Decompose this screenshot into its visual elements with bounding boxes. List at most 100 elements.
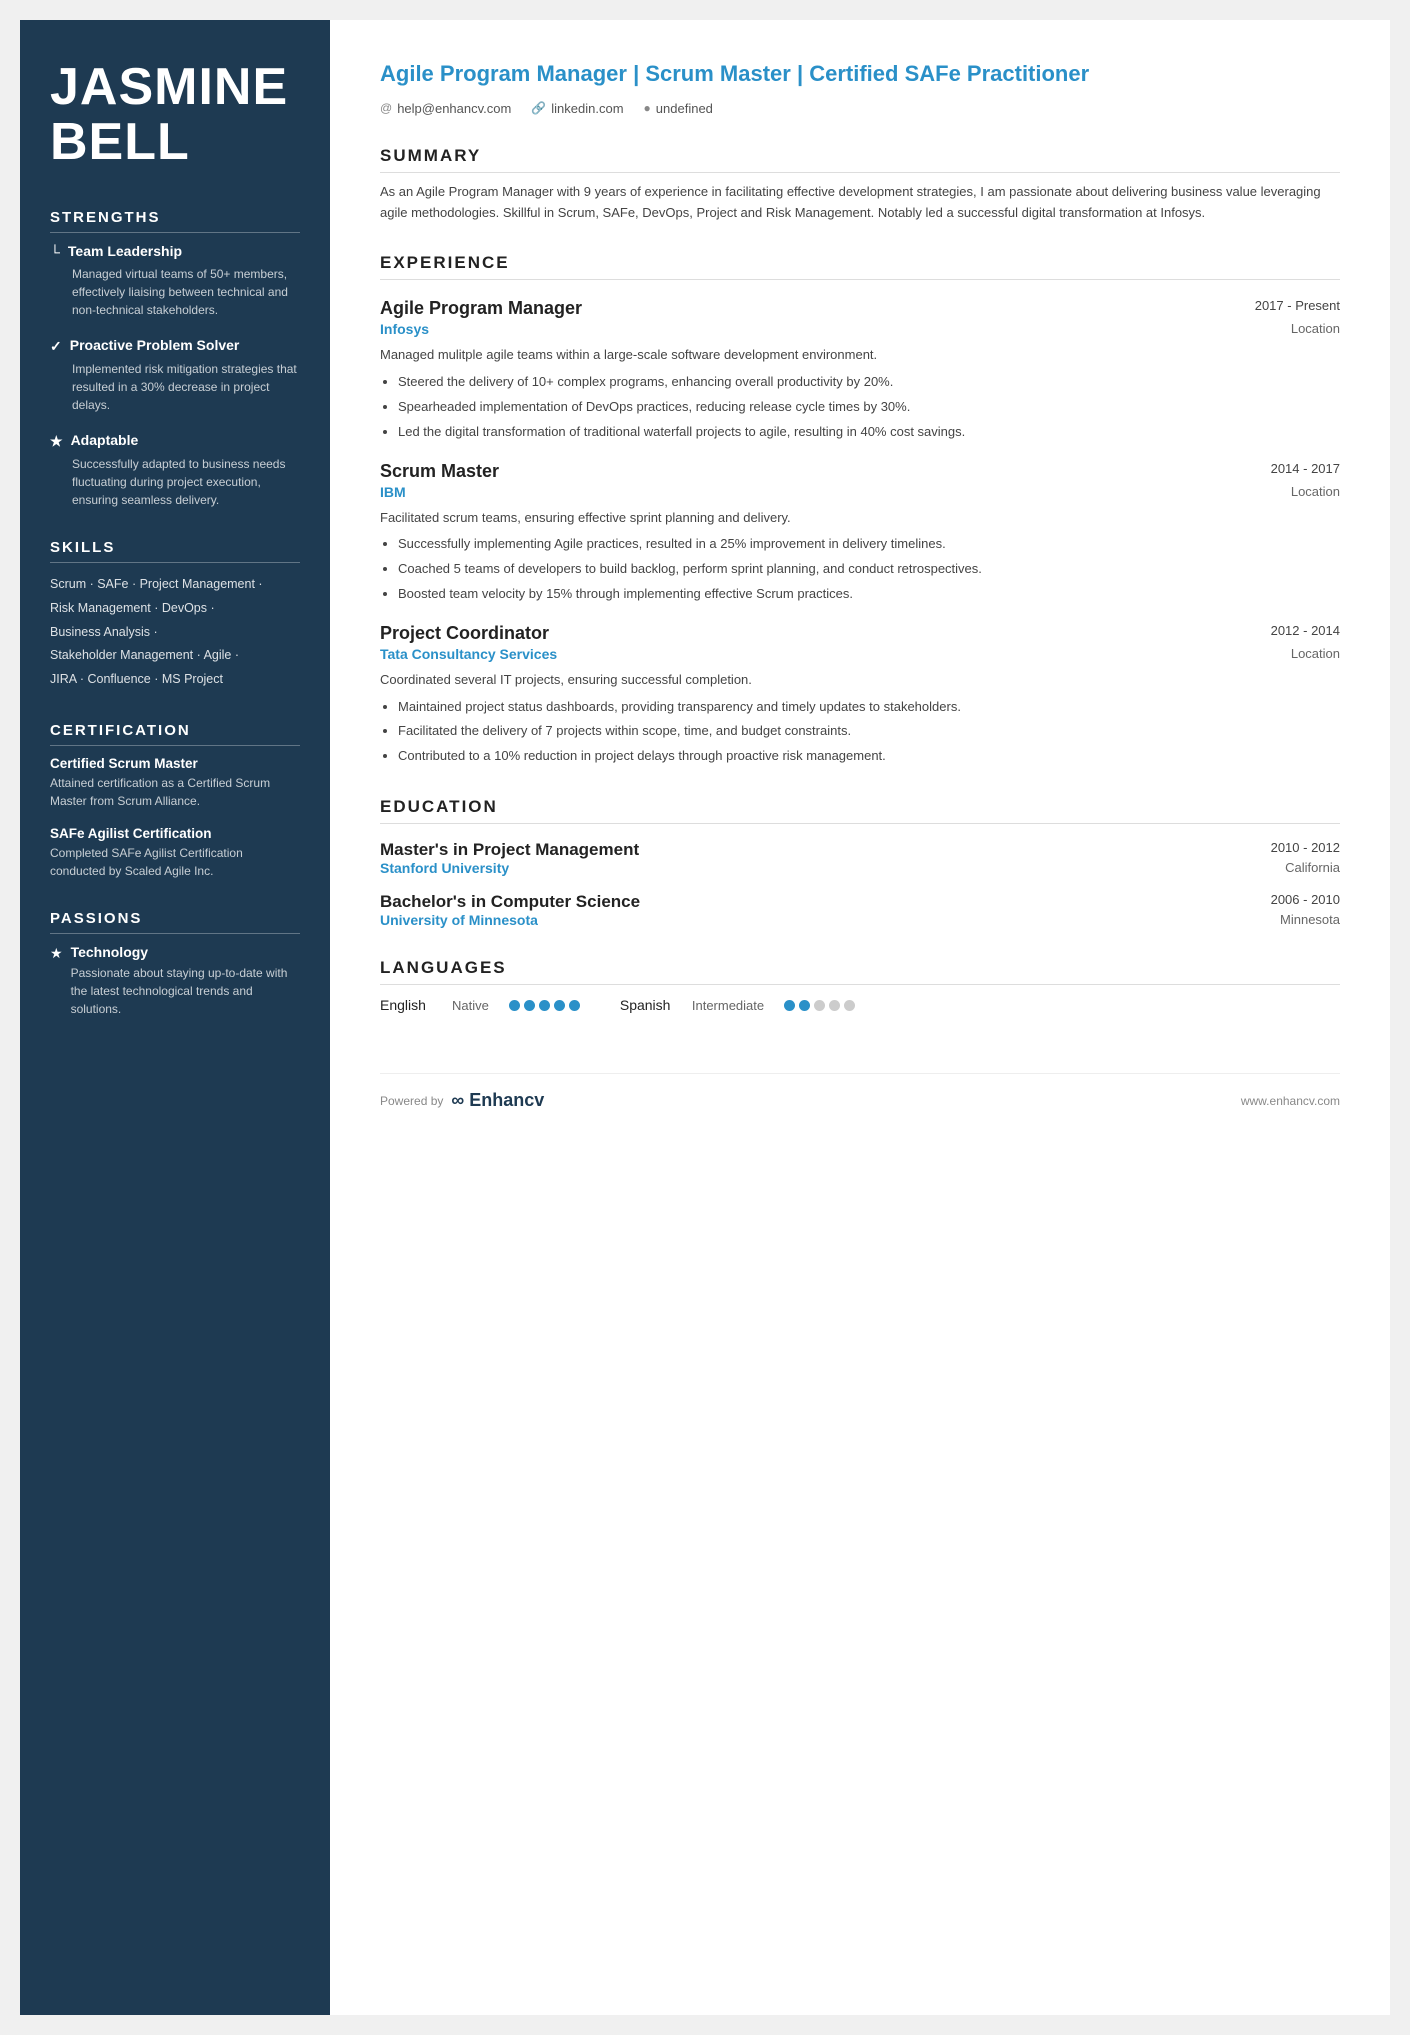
job-title: Scrum Master	[380, 461, 499, 482]
header-contact: @ help@enhancv.com 🔗 linkedin.com ● unde…	[380, 101, 1340, 116]
linkedin-contact: 🔗 linkedin.com	[531, 101, 623, 116]
job-date: 2012 - 2014	[1271, 623, 1340, 638]
linkedin-text: linkedin.com	[551, 101, 623, 116]
passion-item: ★ Technology Passionate about staying up…	[50, 944, 300, 1018]
job-date: 2017 - Present	[1255, 298, 1340, 313]
lang-dots	[509, 1000, 580, 1011]
cert-title: CERTIFICATION	[50, 722, 300, 746]
skills-line: Stakeholder Management · Agile ·	[50, 644, 300, 668]
strength-item: ★ Adaptable Successfully adapted to busi…	[50, 432, 300, 509]
footer-powered: Powered by ∞ Enhancv	[380, 1090, 544, 1111]
passions-title: PASSIONS	[50, 910, 300, 934]
cert-desc: Completed SAFe Agilist Certification con…	[50, 844, 300, 880]
edu-date: 2010 - 2012	[1271, 840, 1340, 855]
skills-line: Scrum · SAFe · Project Management ·	[50, 573, 300, 597]
bullet-item: Boosted team velocity by 15% through imp…	[398, 584, 1340, 605]
education-title: EDUCATION	[380, 797, 1340, 824]
dot-empty	[814, 1000, 825, 1011]
lang-level: Native	[452, 998, 489, 1013]
edu-item: Master's in Project Management 2010 - 20…	[380, 840, 1340, 876]
passion-title: Technology	[71, 944, 300, 960]
strengths-title: STRENGTHS	[50, 209, 300, 233]
edu-school: University of Minnesota	[380, 912, 538, 928]
strength-item: ✓ Proactive Problem Solver Implemented r…	[50, 337, 300, 414]
bullet-item: Led the digital transformation of tradit…	[398, 422, 1340, 443]
language-item: Spanish Intermediate	[620, 997, 855, 1013]
languages-section: LANGUAGES English Native Spanish Inte	[380, 958, 1340, 1013]
languages-title: LANGUAGES	[380, 958, 1340, 985]
experience-title: EXPERIENCE	[380, 253, 1340, 280]
skills-line: Risk Management · DevOps ·	[50, 597, 300, 621]
strength-desc: Successfully adapted to business needs f…	[50, 455, 300, 509]
job-item: Agile Program Manager 2017 - Present Inf…	[380, 298, 1340, 442]
cert-name: Certified Scrum Master	[50, 756, 300, 771]
lang-dots	[784, 1000, 855, 1011]
summary-text: As an Agile Program Manager with 9 years…	[380, 181, 1340, 224]
experience-section: EXPERIENCE Agile Program Manager 2017 - …	[380, 253, 1340, 767]
languages-row: English Native Spanish Intermediate	[380, 997, 1340, 1013]
main-content: Agile Program Manager | Scrum Master | C…	[330, 20, 1390, 2015]
edu-location: Minnesota	[1280, 912, 1340, 928]
bullet-item: Maintained project status dashboards, pr…	[398, 697, 1340, 718]
cert-item: SAFe Agilist Certification Completed SAF…	[50, 826, 300, 880]
passion-icon: ★	[50, 945, 63, 962]
education-section: EDUCATION Master's in Project Management…	[380, 797, 1340, 928]
dot-empty	[844, 1000, 855, 1011]
job-location: Location	[1291, 646, 1340, 662]
team-icon: └	[50, 244, 60, 260]
location-contact: ● undefined	[644, 101, 713, 116]
skills-title: SKILLS	[50, 539, 300, 563]
email-contact: @ help@enhancv.com	[380, 101, 511, 116]
skills-line: Business Analysis ·	[50, 621, 300, 645]
job-title: Agile Program Manager	[380, 298, 582, 319]
edu-item: Bachelor's in Computer Science 2006 - 20…	[380, 892, 1340, 928]
bullet-item: Spearheaded implementation of DevOps pra…	[398, 397, 1340, 418]
job-location: Location	[1291, 484, 1340, 500]
edu-degree: Bachelor's in Computer Science	[380, 892, 640, 912]
dot-empty	[829, 1000, 840, 1011]
bullet-item: Contributed to a 10% reduction in projec…	[398, 746, 1340, 767]
edu-degree: Master's in Project Management	[380, 840, 639, 860]
job-company: Infosys	[380, 321, 429, 337]
strength-heading-text: Adaptable	[71, 432, 139, 448]
cert-item: Certified Scrum Master Attained certific…	[50, 756, 300, 810]
skills-list: Scrum · SAFe · Project Management · Risk…	[50, 573, 300, 692]
bullet-item: Coached 5 teams of developers to build b…	[398, 559, 1340, 580]
sidebar: JASMINE BELL STRENGTHS └ Team Leadership…	[20, 20, 330, 2015]
job-bullets: Successfully implementing Agile practice…	[380, 534, 1340, 604]
dot-filled	[539, 1000, 550, 1011]
dot-filled	[569, 1000, 580, 1011]
email-text: help@enhancv.com	[397, 101, 511, 116]
job-company: Tata Consultancy Services	[380, 646, 557, 662]
job-bullets: Maintained project status dashboards, pr…	[380, 697, 1340, 767]
summary-section: SUMMARY As an Agile Program Manager with…	[380, 146, 1340, 224]
cert-name: SAFe Agilist Certification	[50, 826, 300, 841]
strength-heading-text: Proactive Problem Solver	[70, 337, 240, 353]
logo-text: Enhancv	[469, 1090, 544, 1110]
lang-level: Intermediate	[692, 998, 764, 1013]
strength-item: └ Team Leadership Managed virtual teams …	[50, 243, 300, 319]
strength-desc: Managed virtual teams of 50+ members, ef…	[50, 265, 300, 319]
edu-school: Stanford University	[380, 860, 509, 876]
job-title: Project Coordinator	[380, 623, 549, 644]
job-location: Location	[1291, 321, 1340, 337]
link-icon: 🔗	[531, 101, 546, 115]
strengths-list: └ Team Leadership Managed virtual teams …	[50, 243, 300, 509]
skills-line: JIRA · Confluence · MS Project	[50, 668, 300, 692]
passion-desc: Passionate about staying up-to-date with…	[71, 964, 300, 1018]
header-title: Agile Program Manager | Scrum Master | C…	[380, 60, 1340, 89]
cert-desc: Attained certification as a Certified Sc…	[50, 774, 300, 810]
job-desc: Facilitated scrum teams, ensuring effect…	[380, 508, 1340, 529]
strength-desc: Implemented risk mitigation strategies t…	[50, 360, 300, 414]
job-date: 2014 - 2017	[1271, 461, 1340, 476]
dot-filled	[554, 1000, 565, 1011]
candidate-name: JASMINE BELL	[50, 60, 300, 169]
edu-date: 2006 - 2010	[1271, 892, 1340, 907]
edu-location: California	[1285, 860, 1340, 876]
bullet-item: Successfully implementing Agile practice…	[398, 534, 1340, 555]
bullet-item: Steered the delivery of 10+ complex prog…	[398, 372, 1340, 393]
footer-logo: ∞ Enhancv	[451, 1090, 544, 1111]
job-item: Project Coordinator 2012 - 2014 Tata Con…	[380, 623, 1340, 767]
job-company: IBM	[380, 484, 406, 500]
star-icon: ★	[50, 433, 63, 450]
